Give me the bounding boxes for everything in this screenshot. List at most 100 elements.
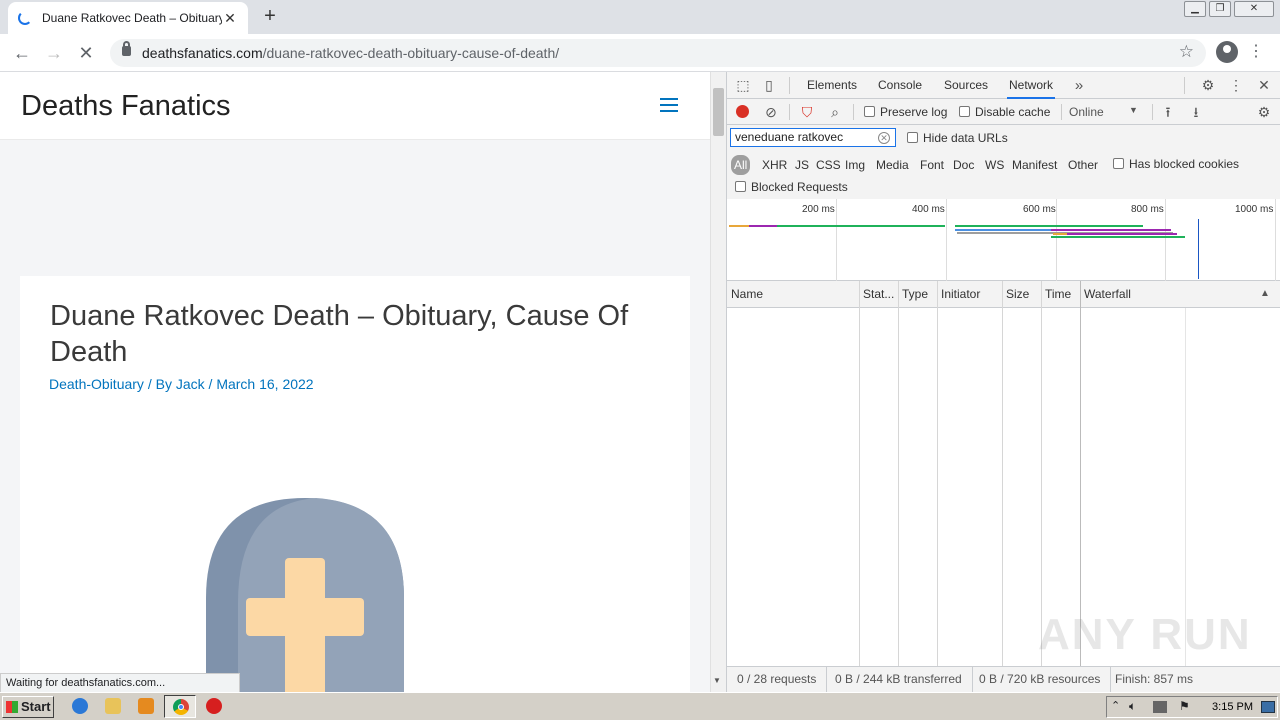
column-header-time[interactable]: Time — [1041, 281, 1079, 308]
tab-title: Duane Ratkovec Death – Obituary, C — [42, 11, 222, 25]
restore-button[interactable]: ❐ — [1209, 1, 1231, 17]
devtools-menu-icon[interactable]: ⋮ — [1227, 72, 1245, 99]
close-devtools-icon[interactable]: ✕ — [1255, 72, 1273, 99]
filter-type-manifest[interactable]: Manifest — [1009, 155, 1060, 175]
post-date[interactable]: March 16, 2022 — [216, 376, 313, 392]
new-tab-button[interactable]: + — [258, 5, 282, 29]
category-link[interactable]: Death-Obituary — [49, 376, 144, 392]
clock[interactable]: 3:15 PM — [1212, 701, 1253, 713]
has-blocked-cookies-checkbox[interactable]: Has blocked cookies — [1113, 157, 1239, 171]
address-bar[interactable]: deathsfanatics.com/duane-ratkovec-death-… — [110, 39, 1206, 67]
back-icon[interactable]: ← — [10, 41, 34, 65]
disable-cache-checkbox[interactable]: Disable cache — [959, 105, 1050, 119]
more-tabs-icon[interactable]: » — [1070, 72, 1088, 99]
network-settings-icon[interactable]: ⚙ — [1255, 99, 1273, 125]
network-toolbar: ⊘ ⛉ ⌕ Preserve log Disable cache Online ▼… — [727, 99, 1280, 125]
forward-icon[interactable]: → — [42, 41, 66, 65]
filter-type-doc[interactable]: Doc — [950, 155, 977, 175]
filter-bar: veneduane ratkovec ✕ Hide data URLs All X… — [727, 125, 1280, 203]
tray-expand-icon[interactable]: ⌃ — [1111, 699, 1120, 712]
preserve-log-checkbox[interactable]: Preserve log — [864, 105, 947, 119]
throttling-select[interactable]: Online ▼ — [1069, 105, 1139, 119]
filter-type-xhr[interactable]: XHR — [759, 155, 790, 175]
blocked-requests-checkbox[interactable]: Blocked Requests — [735, 180, 848, 194]
hide-data-urls-checkbox[interactable]: Hide data URLs — [907, 131, 1008, 145]
bookmark-star-icon[interactable]: ☆ — [1179, 42, 1194, 62]
record-button[interactable] — [736, 105, 749, 118]
hamburger-menu-icon[interactable] — [660, 98, 678, 112]
tick-800 — [1165, 199, 1166, 281]
column-header-name[interactable]: Name — [727, 281, 859, 308]
filter-type-media[interactable]: Media — [873, 155, 912, 175]
column-header-waterfall[interactable]: Waterfall — [1080, 281, 1250, 308]
export-har-icon[interactable]: ⭳ — [1187, 99, 1205, 125]
network-icon[interactable] — [1153, 701, 1167, 713]
filter-type-img[interactable]: Img — [842, 155, 868, 175]
tab-elements[interactable]: Elements — [805, 72, 859, 99]
scrollbar-thumb[interactable] — [713, 88, 724, 136]
security-app-icon[interactable] — [206, 698, 222, 714]
tab-strip: Duane Ratkovec Death – Obituary, C ✕ + ▁… — [0, 0, 1280, 34]
inspect-element-icon[interactable]: ⬚ — [734, 72, 752, 99]
search-icon[interactable]: ⌕ — [826, 99, 844, 125]
timeline-bar — [729, 225, 749, 227]
site-title[interactable]: Deaths Fanatics — [21, 90, 231, 123]
timeline-bar — [749, 225, 777, 227]
tick-label-800: 800 ms — [1131, 204, 1164, 215]
scroll-down-icon[interactable]: ▼ — [713, 676, 721, 685]
clear-icon[interactable]: ⊘ — [762, 99, 780, 125]
date-separator: / — [204, 376, 217, 392]
sort-ascending-icon[interactable]: ▲ — [1260, 288, 1270, 299]
requests-table: Name Stat... Type Initiator Size Time Wa… — [727, 281, 1280, 666]
volume-icon[interactable]: 🔈︎ — [1129, 699, 1136, 714]
chrome-taskbar-button[interactable] — [164, 695, 196, 718]
summary-finish: Finish: 857 ms — [1115, 672, 1194, 686]
url-text[interactable]: deathsfanatics.com/duane-ratkovec-death-… — [142, 45, 559, 61]
timeline-bar — [777, 225, 945, 227]
table-header: Name Stat... Type Initiator Size Time Wa… — [727, 281, 1280, 308]
account-icon[interactable] — [1216, 41, 1238, 63]
filter-icon[interactable]: ⛉ — [798, 99, 816, 125]
internet-explorer-icon[interactable] — [72, 698, 88, 714]
tick-400 — [946, 199, 947, 281]
show-desktop-icon[interactable] — [1261, 701, 1275, 713]
browser-tab[interactable]: Duane Ratkovec Death – Obituary, C ✕ — [8, 2, 248, 34]
file-explorer-icon[interactable] — [105, 698, 121, 714]
start-button[interactable]: Start — [2, 696, 54, 718]
post-meta: Death-Obituary / By Jack / March 16, 202… — [49, 376, 314, 392]
window-close-button[interactable]: ✕ — [1234, 1, 1274, 17]
by-prefix: / By — [143, 376, 176, 392]
filter-type-other[interactable]: Other — [1065, 155, 1101, 175]
column-header-size[interactable]: Size — [1002, 281, 1040, 308]
filter-input[interactable]: veneduane ratkovec ✕ — [730, 128, 896, 147]
filter-type-ws[interactable]: WS — [982, 155, 1007, 175]
filter-type-font[interactable]: Font — [917, 155, 947, 175]
timeline-overview[interactable]: 200 ms 400 ms 600 ms 800 ms 1000 ms — [727, 199, 1280, 281]
filter-type-js[interactable]: JS — [792, 155, 812, 175]
clear-filter-icon[interactable]: ✕ — [878, 132, 890, 144]
device-toolbar-icon[interactable]: ▯ — [760, 72, 778, 99]
stop-loading-icon[interactable]: ✕ — [74, 41, 98, 65]
minimize-button[interactable]: ▁ — [1184, 1, 1206, 17]
column-header-initiator[interactable]: Initiator — [937, 281, 1001, 308]
media-player-icon[interactable] — [138, 698, 154, 714]
tab-console[interactable]: Console — [876, 72, 924, 99]
column-header-type[interactable]: Type — [898, 281, 937, 308]
tick-label-600: 600 ms — [1023, 204, 1056, 215]
web-page: Deaths Fanatics Duane Ratkovec Death – O… — [0, 72, 710, 692]
import-har-icon[interactable]: ⭱ — [1159, 99, 1177, 125]
filter-type-all[interactable]: All — [731, 155, 751, 175]
column-header-status[interactable]: Stat... — [859, 281, 897, 308]
tab-network[interactable]: Network — [1007, 72, 1056, 99]
chrome-menu-icon[interactable]: ⋮ — [1248, 40, 1264, 64]
page-scrollbar[interactable]: ▼ — [710, 72, 726, 692]
devtools-tabbar: ⬚ ▯ Elements Console Sources Network » ⚙… — [727, 72, 1280, 99]
tab-close-icon[interactable]: ✕ — [222, 10, 238, 27]
timeline-bar — [1067, 233, 1177, 235]
flag-icon[interactable]: ⚑ — [1179, 699, 1190, 713]
settings-gear-icon[interactable]: ⚙ — [1199, 72, 1217, 99]
author-link[interactable]: Jack — [176, 376, 205, 392]
column-divider — [1041, 281, 1042, 666]
filter-type-css[interactable]: CSS — [813, 155, 844, 175]
tab-sources[interactable]: Sources — [942, 72, 990, 99]
